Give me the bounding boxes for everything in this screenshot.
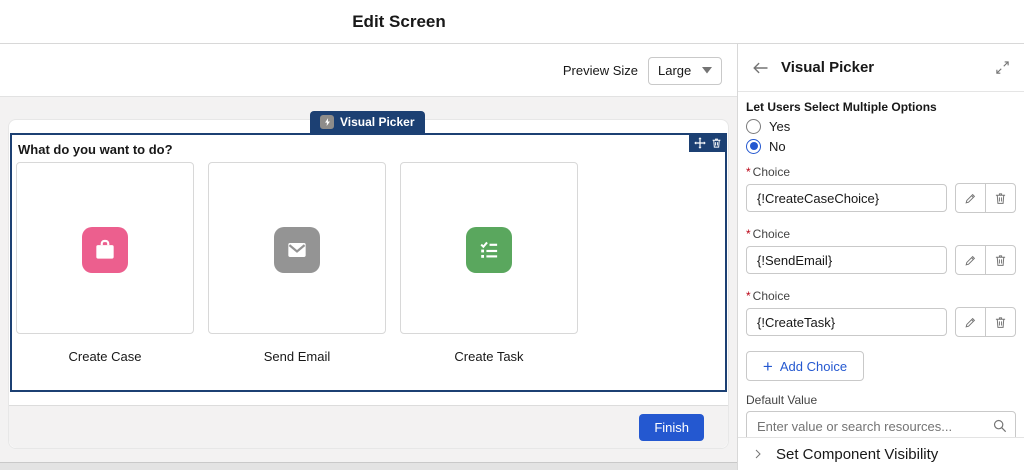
radio-option-yes[interactable]: Yes [746,117,1016,135]
choice-field-label: *Choice [746,289,1016,303]
radio-yes[interactable] [746,119,761,134]
edit-choice-button[interactable] [955,245,986,275]
required-asterisk: * [746,289,751,303]
create-task-card[interactable] [400,162,578,334]
visual-picker-component[interactable]: What do you want to do? Create Case [10,133,727,392]
choice-row [746,183,1016,213]
edit-screen-modal: Edit Screen Preview Size Large [0,0,1024,470]
question-label: What do you want to do? [18,142,173,157]
preview-size-value: Large [658,63,691,78]
choice-field-label: *Choice [746,227,1016,241]
choice-card-send-email: Send Email [208,162,386,364]
required-asterisk: * [746,165,751,179]
card-label: Create Task [454,349,523,364]
create-case-card[interactable] [16,162,194,334]
choice-input-create-task[interactable] [746,308,947,336]
radio-no[interactable] [746,139,761,154]
required-asterisk: * [746,227,751,241]
choice-field-label: *Choice [746,165,1016,179]
lightning-bolt-icon [320,115,334,129]
add-choice-label: Add Choice [780,359,847,374]
expand-icon[interactable] [995,60,1010,75]
card-label: Create Case [69,349,142,364]
choice-group-3: *Choice [746,289,1016,337]
visibility-label: Set Component Visibility [776,446,938,463]
radio-option-no[interactable]: No [746,137,1016,155]
properties-panel: Visual Picker Let Users Select Multiple … [737,44,1024,470]
component-action-badge [689,133,727,152]
choice-input-send-email[interactable] [746,246,947,274]
panel-header: Visual Picker [738,44,1024,92]
delete-choice-button[interactable] [985,183,1016,213]
edit-choice-button[interactable] [955,307,986,337]
finish-button[interactable]: Finish [639,414,704,441]
choice-row [746,245,1016,275]
modal-bottom-strip [0,462,737,470]
radio-no-label: No [769,139,786,154]
panel-body: Let Users Select Multiple Options Yes No… [738,92,1024,441]
preview-bar: Preview Size Large [0,45,737,96]
back-arrow-icon[interactable] [752,61,769,75]
move-icon[interactable] [694,137,706,149]
choice-actions [955,245,1016,275]
choice-actions [955,183,1016,213]
multi-select-label: Let Users Select Multiple Options [746,100,1016,114]
screen-footer: Finish [9,405,728,448]
edit-choice-button[interactable] [955,183,986,213]
set-component-visibility-section[interactable]: Set Component Visibility [738,437,1024,470]
choice-input-create-case[interactable] [746,184,947,212]
radio-yes-label: Yes [769,119,790,134]
delete-component-icon[interactable] [711,137,722,149]
delete-choice-button[interactable] [985,307,1016,337]
add-choice-button[interactable]: + Add Choice [746,351,864,381]
screen-preview-card: What do you want to do? Create Case [8,119,729,449]
screen-canvas: What do you want to do? Create Case [0,96,737,462]
choice-card-create-task: Create Task [400,162,578,364]
send-email-card[interactable] [208,162,386,334]
modal-header: Edit Screen [0,0,1024,44]
choice-group-2: *Choice [746,227,1016,275]
preview-size-select[interactable]: Large [648,57,722,85]
preview-size-label: Preview Size [563,63,638,78]
choice-cards: Create Case Send Email [16,162,578,364]
default-value-label: Default Value [746,393,1016,407]
email-icon [274,227,320,273]
component-tab-label: Visual Picker [340,115,415,129]
plus-icon: + [763,358,773,375]
chevron-down-icon [702,67,712,74]
component-tab[interactable]: Visual Picker [310,111,425,133]
panel-title: Visual Picker [781,59,983,76]
choice-group-1: *Choice [746,165,1016,213]
choice-card-create-case: Create Case [16,162,194,364]
case-icon [82,227,128,273]
page-title: Edit Screen [0,0,798,44]
search-icon[interactable] [992,418,1008,434]
task-icon [466,227,512,273]
choice-actions [955,307,1016,337]
delete-choice-button[interactable] [985,245,1016,275]
card-label: Send Email [264,349,330,364]
chevron-right-icon [752,447,764,461]
choice-row [746,307,1016,337]
